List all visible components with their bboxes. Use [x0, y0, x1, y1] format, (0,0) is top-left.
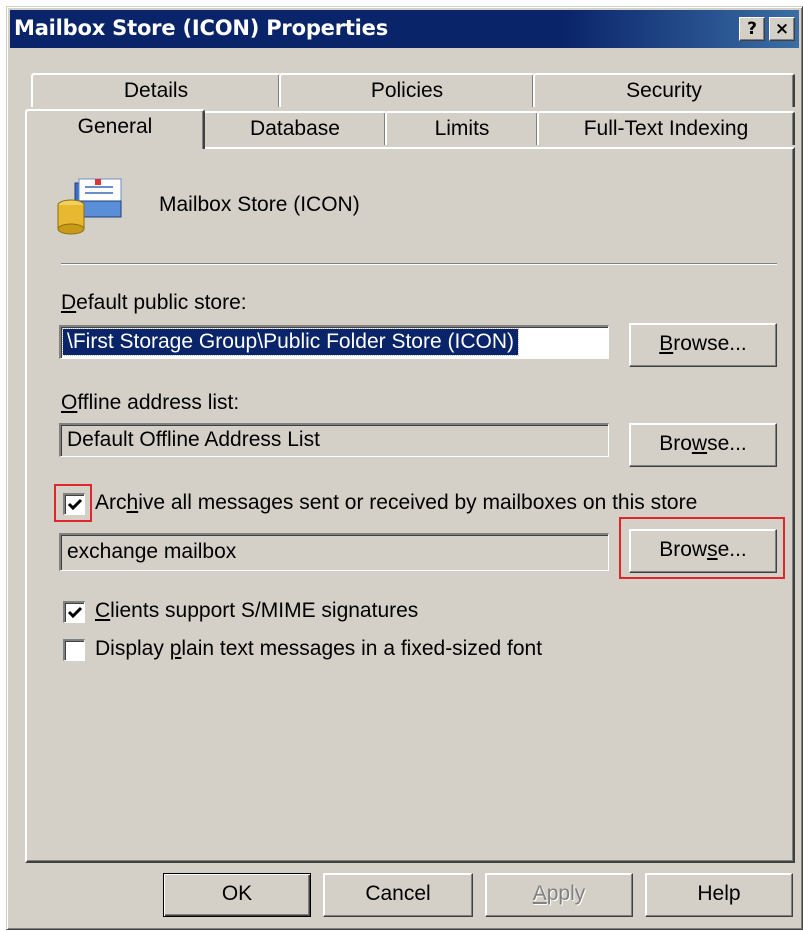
tab-database[interactable]: Database: [203, 111, 387, 145]
plain-text-font-label[interactable]: Display plain text messages in a fixed-s…: [95, 637, 542, 661]
default-public-store-field[interactable]: \First Storage Group\Public Folder Store…: [59, 325, 609, 359]
tab-limits[interactable]: Limits: [385, 111, 539, 145]
store-name-label: Mailbox Store (ICON): [159, 193, 360, 216]
cancel-button[interactable]: Cancel: [323, 873, 473, 917]
tab-details[interactable]: Details: [31, 73, 281, 107]
window-title: Mailbox Store (ICON) Properties: [14, 16, 389, 40]
tab-general[interactable]: General: [25, 109, 205, 149]
archive-mailbox-field[interactable]: exchange mailbox: [59, 533, 609, 571]
help-icon[interactable]: ?: [739, 17, 765, 41]
properties-dialog: Mailbox Store (ICON) Properties ? × Deta…: [6, 6, 803, 930]
tab-policies[interactable]: Policies: [279, 73, 535, 107]
tab-full-text-indexing[interactable]: Full-Text Indexing: [537, 111, 795, 145]
smime-checkbox[interactable]: [63, 601, 85, 623]
separator: [61, 263, 777, 265]
default-public-store-value: \First Storage Group\Public Folder Store…: [62, 328, 519, 356]
offline-address-list-browse-button[interactable]: Browse...: [629, 423, 777, 467]
general-tab-panel: Mailbox Store (ICON) Default public stor…: [25, 147, 795, 863]
offline-address-list-field[interactable]: Default Offline Address List: [59, 423, 609, 457]
smime-label[interactable]: Clients support S/MIME signatures: [95, 599, 418, 623]
help-button[interactable]: Help: [645, 873, 793, 917]
default-public-store-browse-button[interactable]: Browse...: [629, 323, 777, 367]
close-icon[interactable]: ×: [769, 17, 795, 41]
tab-security[interactable]: Security: [533, 73, 795, 107]
plain-text-font-checkbox[interactable]: [63, 639, 85, 661]
mailbox-store-icon: [55, 175, 127, 237]
ok-button[interactable]: OK: [163, 873, 311, 917]
offline-address-list-label: Offline address list:: [61, 391, 240, 414]
apply-button[interactable]: Apply: [485, 873, 633, 917]
archive-browse-button[interactable]: Browse...: [629, 529, 777, 573]
default-public-store-label: Default public store:: [61, 291, 247, 314]
title-bar[interactable]: Mailbox Store (ICON) Properties ? ×: [10, 10, 799, 48]
archive-label[interactable]: Archive all messages sent or received by…: [95, 491, 697, 515]
checkmark-icon: [67, 606, 83, 619]
checkmark-icon: [67, 498, 83, 511]
archive-checkbox[interactable]: [63, 493, 85, 515]
